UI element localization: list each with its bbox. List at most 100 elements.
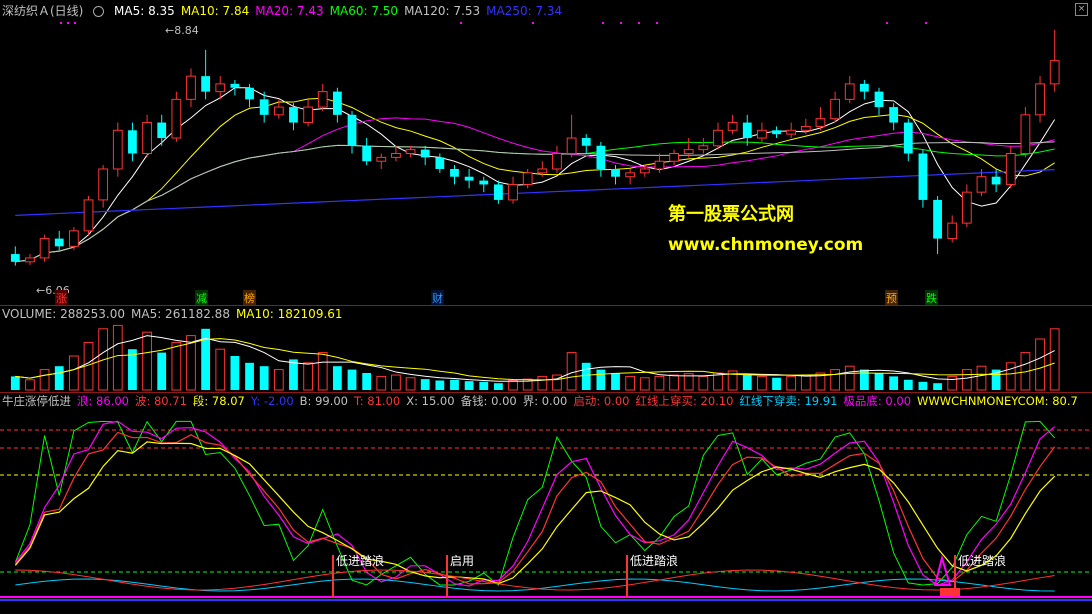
candle-body [376,156,387,162]
volume-bar [947,375,958,391]
volume-header: VOLUME: 288253.00 MA5: 261182.88 MA10: 182… [2,306,349,322]
candle-body [332,91,342,115]
event-mark[interactable]: 财 [431,290,444,306]
event-mark[interactable]: 榜 [243,290,256,306]
indicator-item-10: 启动: 0.00 [573,394,630,408]
volume-bar [332,366,342,390]
volume-bar [317,352,328,391]
candle-body [727,122,738,131]
candle-body [742,122,752,139]
volume-bar [259,366,269,390]
indicator-item-7: X: 15.00 [406,394,455,408]
ma60-line [15,141,1055,263]
candle-body [918,153,928,200]
candle-body [566,137,577,155]
event-mark[interactable]: 跌 [925,290,938,306]
candle-body [639,168,650,174]
candle-body [450,168,459,177]
candle-body [230,83,240,88]
volume-bar [245,362,254,390]
volume-bar [757,375,767,391]
candle-body [303,106,313,124]
volume-bar [450,379,459,390]
volume-bar [25,379,35,391]
indicator-item-8: 备钱: 0.00 [460,394,517,408]
candle-body [435,157,445,169]
candle-body [201,76,211,92]
volume-bar [171,341,182,391]
candle-body [991,176,1001,185]
indicator-item-6: T: 81.00 [354,394,401,408]
volume-bar [566,352,577,391]
candle-body [961,191,972,224]
volume-bar [596,369,606,390]
signal-label: 低进踏浪 [336,554,385,568]
candle-body [405,149,416,155]
candle-body [1049,60,1060,85]
volume-bar [405,377,416,391]
candle-body [391,153,401,158]
candle-body [479,180,489,185]
candle-body [889,107,899,123]
candle-body [772,130,781,135]
candle-body [596,145,606,169]
indicator-item-4: Y: -2.00 [250,394,294,408]
marker-dot [67,22,69,24]
candle-body [976,176,987,193]
marker-dot [638,22,640,24]
volume-bar [508,379,518,391]
event-mark[interactable]: 涨 [55,290,68,306]
volume-bar [639,377,650,391]
indicator-item-2: 波: 80.71 [134,394,187,408]
ma10-line [15,97,1055,263]
candle-body [39,238,50,259]
candle-body [259,99,269,115]
volume-bar [669,374,679,391]
candle-body [933,199,942,239]
volume-bar [786,375,797,391]
volume-item-1: MA5: 261182.88 [131,307,230,321]
marker-dot [532,22,534,24]
candle-body [522,172,533,185]
marker-dot [620,22,622,24]
candle-body [947,222,958,240]
candle-body [1035,83,1045,116]
candle-body [669,153,679,162]
indicator-item-0: 牛庄涨停低进 [2,394,71,408]
marker-dot [74,22,76,24]
candle-body [654,160,665,170]
volume-bar [903,379,913,390]
volume-bar [464,381,474,390]
candle-body [464,176,474,181]
volume-bar [698,375,709,391]
volume-item-2: MA10: 182109.61 [235,307,343,321]
candle-body [10,254,20,262]
ma250-line [15,169,1055,216]
candle-body [245,87,254,100]
candle-body [859,83,869,92]
volume-ma10-line [15,338,1055,381]
indicator-header: 牛庄涨停低进 浪: 86.00 波: 80.71 段: 78.07 Y: -2.00 B:… [2,393,1084,409]
indicator-item-11: 红线上穿买: 20.10 [635,394,734,408]
event-mark[interactable]: 减 [195,290,208,306]
candle-body [683,149,694,155]
event-mark[interactable]: 预 [885,290,898,306]
volume-bar [112,324,123,391]
volume-bar [479,381,489,390]
volume-bar [54,366,64,390]
candle-body [581,138,591,146]
volume-bar [889,376,899,390]
candle-body [362,145,372,162]
volume-bar [303,362,313,391]
candle-body [757,129,767,139]
volume-bar [772,377,781,390]
marker-dot [925,22,927,24]
candle-body [625,172,636,178]
volume-bar [537,375,548,391]
candle-body [552,153,562,170]
volume-bar [611,373,620,390]
candle-body [800,125,811,131]
candle-body [112,129,123,170]
candle-body [420,149,430,158]
candle-body [289,107,298,123]
